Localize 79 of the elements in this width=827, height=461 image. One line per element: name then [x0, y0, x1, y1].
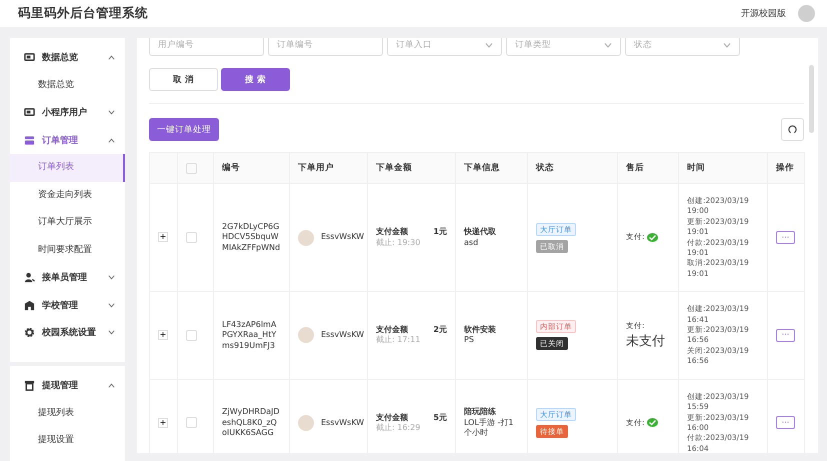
person-icon	[24, 272, 35, 284]
order-detail: PS	[464, 335, 474, 344]
chevron-icon	[723, 42, 731, 48]
order-type: 快递代取	[464, 227, 497, 238]
sidebar-item[interactable]: 提现设置	[10, 427, 125, 454]
amount-label: 支付金额	[376, 227, 408, 238]
sidebar-group[interactable]: 数据总览	[10, 44, 125, 72]
batch-process-button[interactable]: 一键订单处理	[149, 118, 219, 141]
more-button[interactable]: ···	[776, 328, 795, 342]
refresh-button[interactable]	[781, 118, 804, 141]
column-header: 下单信息	[456, 152, 528, 184]
select-all-checkbox[interactable]	[186, 162, 197, 174]
search-button[interactable]: 搜 索	[221, 68, 290, 91]
sidebar-item[interactable]: 数据总览	[10, 72, 125, 99]
expand-button[interactable]: +	[158, 232, 168, 242]
column-header: 下单用户	[290, 152, 368, 184]
order-detail: LOL手游 -打1个小时	[464, 418, 514, 438]
sidebar-item[interactable]: 订单列表	[10, 154, 125, 182]
sidebar-item[interactable]: 订单大厅展示	[10, 209, 125, 236]
avatar-icon[interactable]	[798, 5, 815, 22]
avatar-icon	[298, 414, 314, 431]
deadline-text: 截止: 19:30	[376, 238, 422, 248]
deadline-text: 截止: 16:29	[376, 422, 422, 434]
user-name: EssvWsKW	[321, 232, 364, 243]
deadline-text: 截止: 17:11	[376, 335, 422, 346]
amount-label: 支付金额	[376, 325, 408, 335]
scrollbar[interactable]	[809, 65, 814, 133]
sidebar-group[interactable]: 校园系统设置	[10, 319, 125, 346]
sidebar-item[interactable]: 提现列表	[10, 400, 125, 427]
more-button[interactable]: ···	[776, 231, 795, 244]
avatar-icon	[298, 327, 314, 344]
column-header: 时间	[678, 152, 768, 184]
column-header: 编号	[214, 152, 290, 184]
sidebar-group[interactable]: 订单管理	[10, 126, 125, 154]
bin-icon	[24, 380, 35, 392]
cancel-button[interactable]: 取 消	[149, 68, 218, 91]
order-type: 陪玩陪练	[464, 407, 497, 418]
row-checkbox[interactable]	[186, 417, 197, 428]
amount-value: 1元	[433, 227, 447, 238]
order-id-cell: 2G7kDLyCP6GHDCV5SbquWMIAkZFFpWNd	[214, 184, 290, 292]
amount-label: 支付金额	[376, 412, 408, 423]
monitor-icon	[24, 52, 35, 64]
column-header: 售后	[618, 152, 678, 184]
input-field[interactable]: 用户编号	[149, 38, 264, 56]
sidebar-item[interactable]: 资金走向列表	[10, 182, 125, 209]
column-header: 下单金额	[368, 152, 456, 184]
expand-button[interactable]: +	[158, 418, 168, 428]
payment-status: 未支付	[626, 334, 665, 350]
amount-value: 5元	[433, 412, 447, 423]
avatar-icon	[298, 230, 314, 246]
chevron-icon	[604, 42, 612, 48]
app-title: 码里码外后台管理系统	[18, 5, 149, 22]
check-badge-icon	[646, 233, 658, 242]
check-badge-icon	[646, 418, 658, 428]
building-icon	[24, 300, 35, 311]
sidebar-group[interactable]: 学校管理	[10, 292, 125, 319]
sidebar-group[interactable]: 接单员管理	[10, 264, 125, 292]
order-detail: asd	[464, 238, 478, 247]
user-name: EssvWsKW	[321, 418, 364, 428]
sidebar-group[interactable]: 小程序用户	[10, 99, 125, 126]
user-name: EssvWsKW	[321, 330, 364, 341]
edition-label: 开源校园版	[741, 8, 786, 20]
row-checkbox[interactable]	[186, 232, 197, 244]
sidebar-item[interactable]: 时间要求配置	[10, 236, 125, 264]
column-header: 状态	[528, 152, 618, 184]
refresh-icon	[788, 125, 797, 134]
column-header: 操作	[768, 152, 804, 184]
sidebar-group[interactable]: 提现管理	[10, 372, 125, 400]
amount-value: 2元	[433, 325, 447, 336]
more-button[interactable]: ···	[776, 416, 795, 430]
expand-button[interactable]: +	[158, 330, 168, 340]
order-type: 软件安装	[464, 325, 497, 336]
chevron-icon	[485, 42, 493, 48]
row-checkbox[interactable]	[186, 330, 197, 341]
order-id-cell: LF43zAP6lmAPGYXRaa_HtYms919UmFJ3	[214, 292, 290, 380]
gear-icon	[24, 327, 35, 338]
input-field[interactable]: 订单编号	[268, 38, 383, 56]
monitor-icon	[24, 107, 35, 118]
stack-icon	[24, 134, 35, 146]
